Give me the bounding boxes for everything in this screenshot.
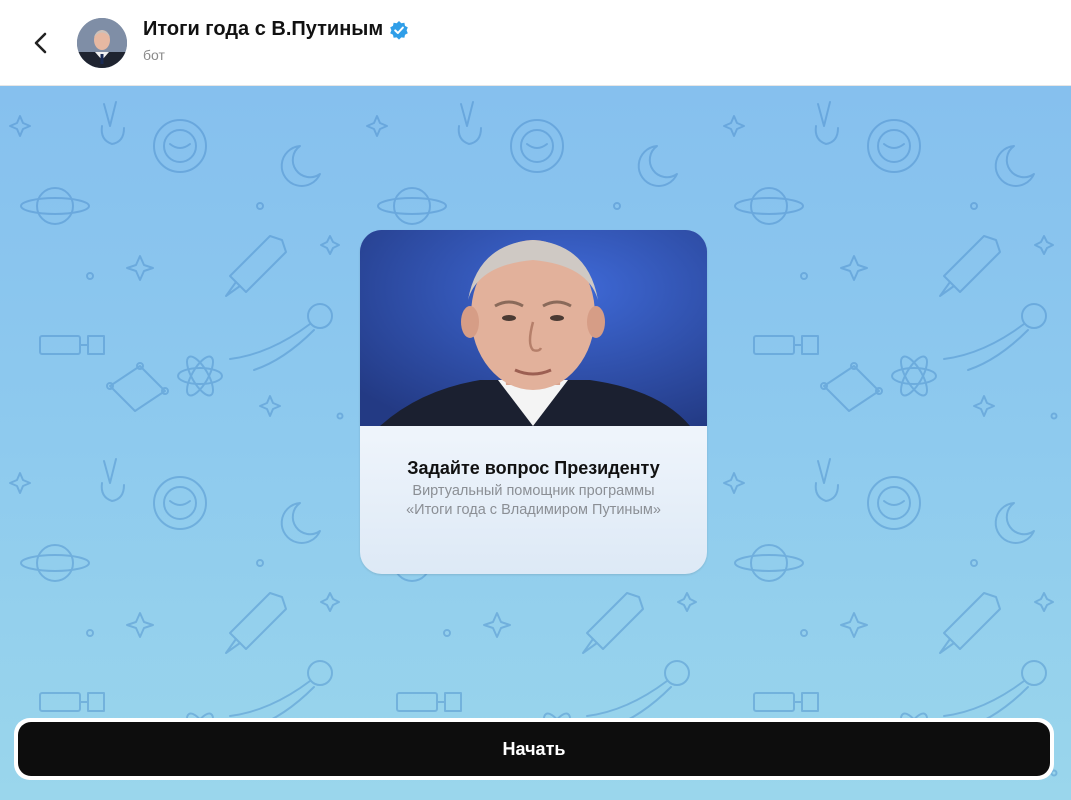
avatar-image (77, 18, 127, 68)
chat-title[interactable]: Итоги года с В.Путиным (143, 18, 383, 41)
start-button-container: Начать (14, 718, 1054, 780)
chat-header: Итоги года с В.Путиным бот (0, 0, 1071, 86)
card-title: Задайте вопрос Президенту (407, 458, 660, 478)
start-button[interactable]: Начать (18, 722, 1050, 776)
avatar[interactable] (77, 18, 127, 68)
card-text: Задайте вопрос Президенту Виртуальный по… (360, 456, 707, 520)
bot-intro-card: Задайте вопрос Президенту Виртуальный по… (360, 230, 707, 574)
back-button[interactable] (26, 26, 56, 60)
card-description: Виртуальный помощник программы «Итоги го… (406, 483, 661, 518)
verified-badge-icon (390, 20, 408, 40)
chat-subtitle: бот (143, 47, 165, 63)
chevron-left-icon (34, 32, 47, 54)
portrait-image (360, 230, 707, 426)
chat-area: Задайте вопрос Президенту Виртуальный по… (0, 86, 1071, 800)
title-row: Итоги года с В.Путиным (143, 18, 409, 41)
card-photo (360, 230, 707, 426)
